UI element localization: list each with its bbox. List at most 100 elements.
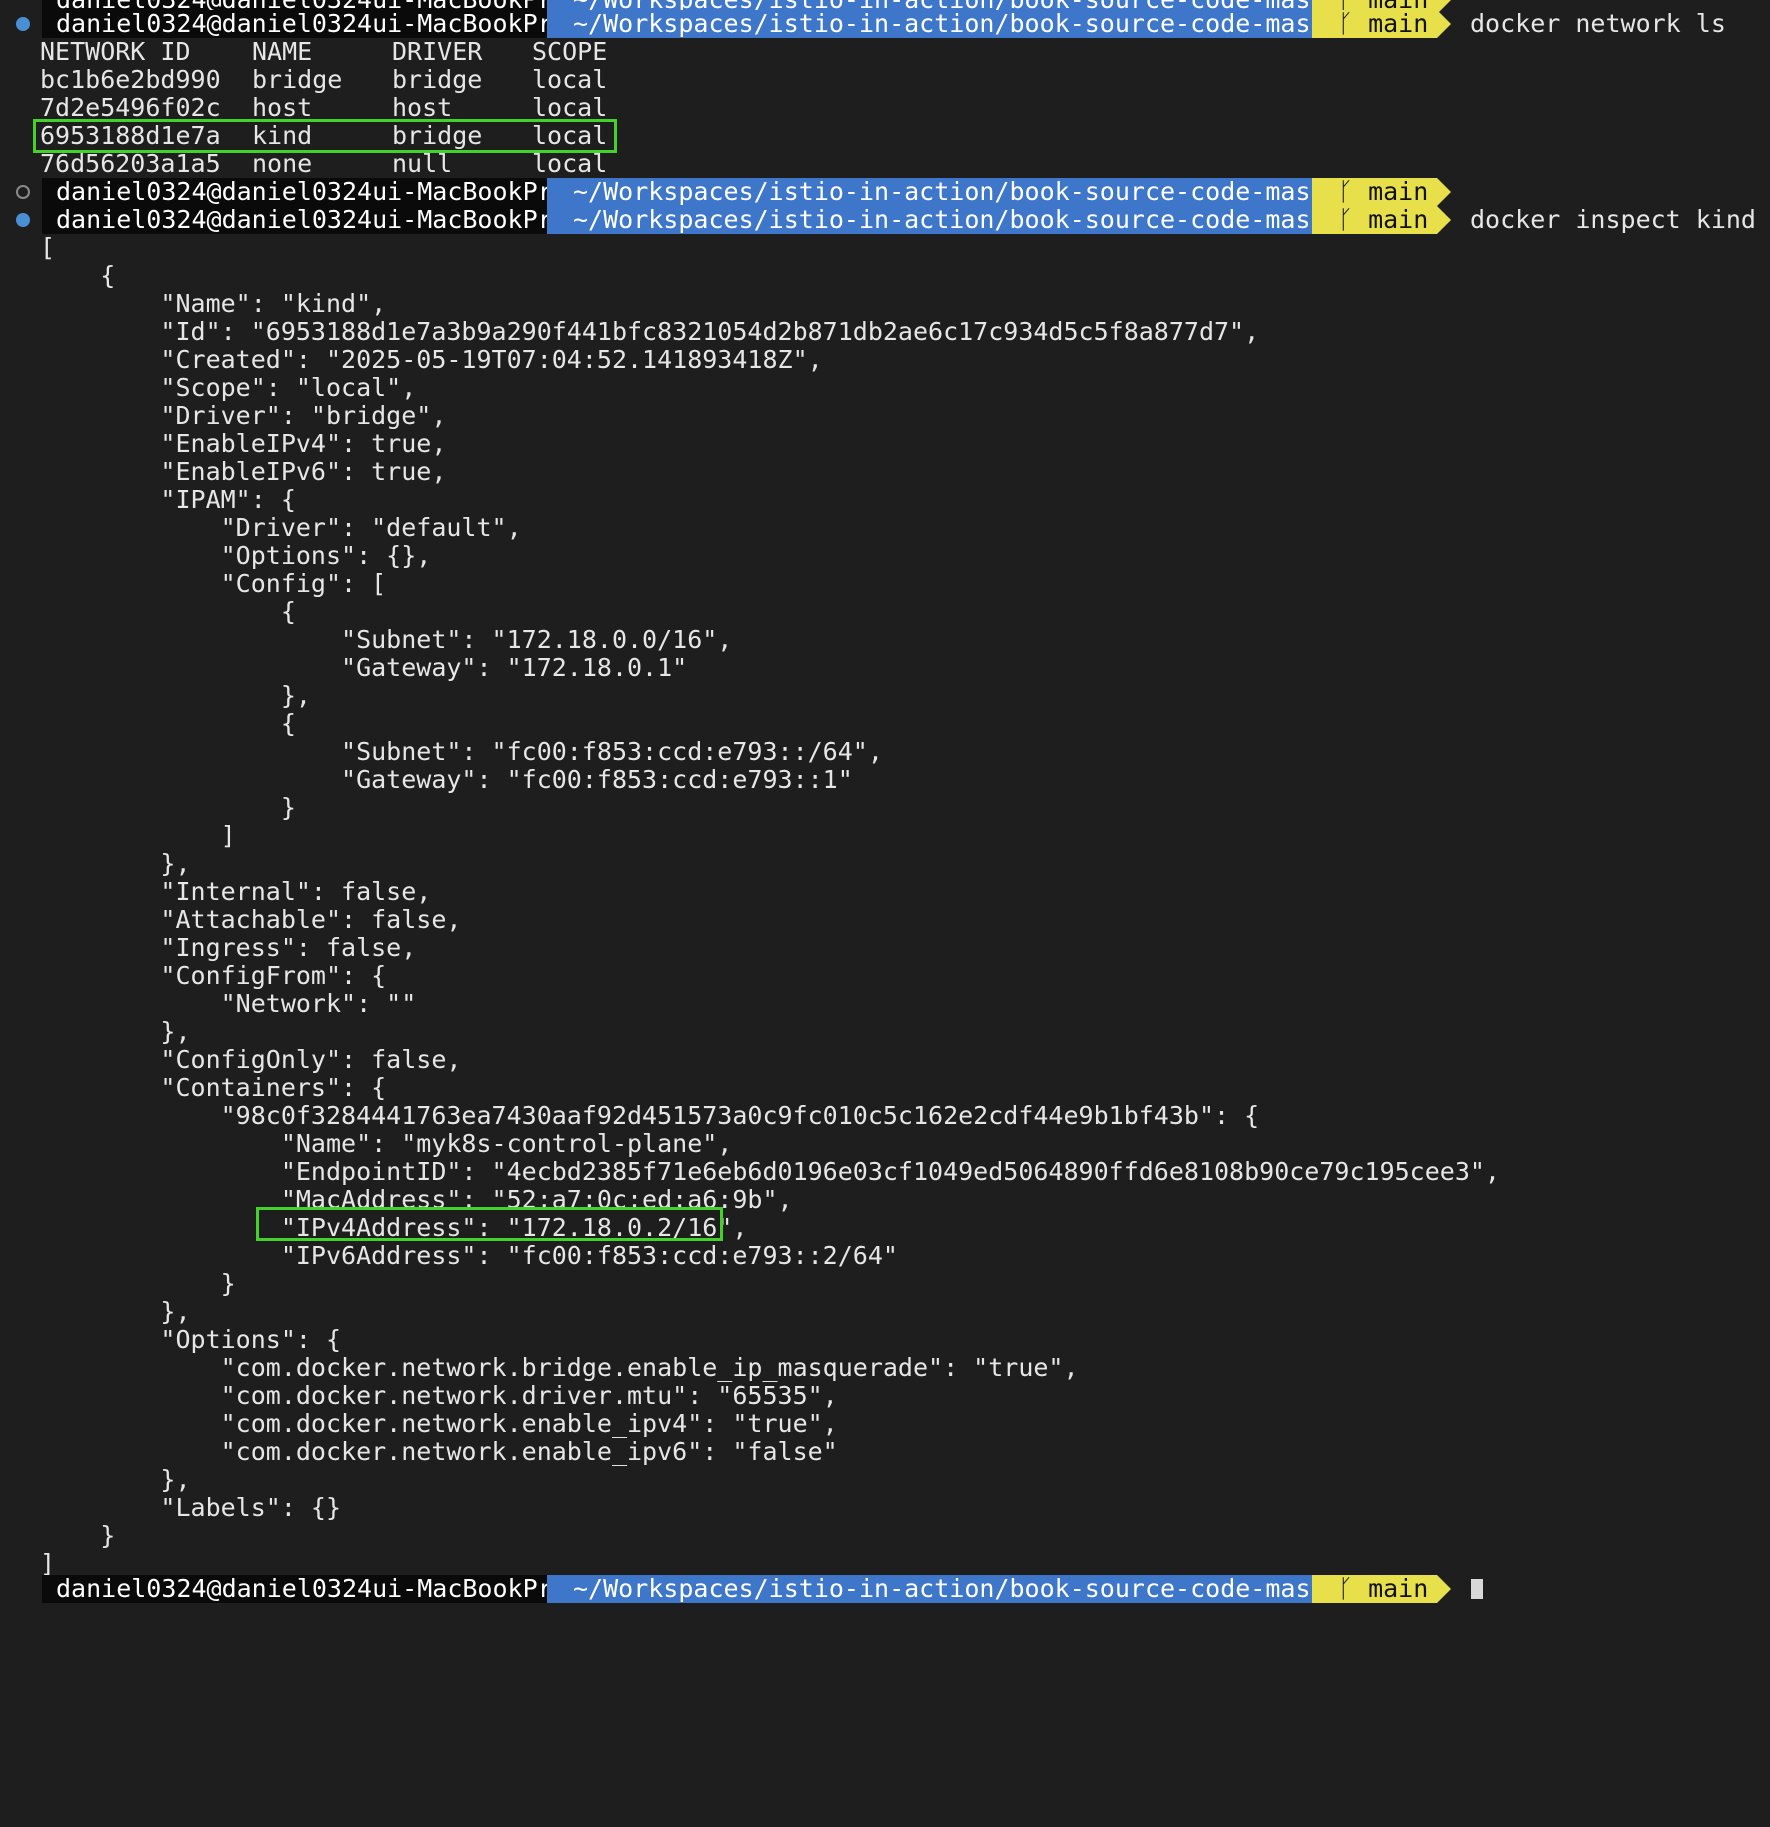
output-line-text: "Driver": "bridge",	[40, 401, 447, 430]
table-cell: bridge	[392, 65, 483, 94]
table-cell: bridge	[252, 65, 343, 94]
output-line-text: "EndpointID": "4ecbd2385f71e6eb6d0196e03…	[40, 1157, 1500, 1186]
prompt-branch: main	[1368, 1574, 1429, 1603]
output-line-text: "Id": "6953188d1e7a3b9a290f441bfc8321054…	[40, 317, 1260, 346]
table-cell: local	[532, 93, 608, 122]
output-line: "Name": "kind",	[0, 290, 1770, 318]
output-line-text: "98c0f3284441763ea7430aaf92d451573a0c9fc…	[40, 1101, 1260, 1130]
prompt-branch: main	[1368, 205, 1429, 234]
output-line-text: "Created": "2025-05-19T07:04:52.14189341…	[40, 345, 823, 374]
output-line-text: "Containers": {	[40, 1073, 387, 1102]
output-line: "Id": "6953188d1e7a3b9a290f441bfc8321054…	[0, 318, 1770, 346]
output-line-text: "Subnet": "172.18.0.0/16",	[40, 625, 733, 654]
output-line-text: {	[40, 709, 296, 738]
prompt-git: ᚴ main	[1312, 1575, 1437, 1603]
output-line: "EnableIPv4": true,	[0, 430, 1770, 458]
output-line: "Config": [	[0, 570, 1770, 598]
output-line-text: "EnableIPv6": true,	[40, 457, 447, 486]
output-line: "EndpointID": "4ecbd2385f71e6eb6d0196e03…	[0, 1158, 1770, 1186]
table-cell: host	[252, 93, 313, 122]
git-branch-icon: ᚴ	[1338, 9, 1354, 38]
output-line-text: "Driver": "default",	[40, 513, 522, 542]
git-branch-icon: ᚴ	[1338, 205, 1354, 234]
output-line-text: }	[40, 1521, 116, 1550]
output-line: "Gateway": "172.18.0.1"	[0, 654, 1770, 682]
table-cell: bc1b6e2bd990	[40, 65, 221, 94]
table-cell: local	[532, 149, 608, 178]
output-line: }	[0, 1522, 1770, 1550]
output-line: {	[0, 710, 1770, 738]
prompt-line-current: daniel0324@daniel0324ui-MacBookPro ~/Wor…	[0, 1575, 1770, 1603]
network-table-row: 76d56203a1a5 none null local	[0, 150, 1770, 178]
terminal-window[interactable]: daniel0324@daniel0324ui-MacBookPro ~/Wor…	[0, 0, 1770, 1603]
output-line-text: "com.docker.network.enable_ipv6": "false…	[40, 1437, 838, 1466]
column-header: NETWORK ID	[40, 37, 191, 66]
output-line: },	[0, 850, 1770, 878]
output-line: "IPv6Address": "fc00:f853:ccd:e793::2/64…	[0, 1242, 1770, 1270]
prompt-git: ᚴ main	[1312, 10, 1437, 38]
output-line-text: },	[40, 849, 191, 878]
output-line-text: "ConfigOnly": false,	[40, 1045, 462, 1074]
output-line: "Subnet": "fc00:f853:ccd:e793::/64",	[0, 738, 1770, 766]
output-line-text: "Ingress": false,	[40, 933, 417, 962]
output-line: "Driver": "bridge",	[0, 402, 1770, 430]
prompt-separator	[1437, 10, 1451, 38]
output-line-text: "com.docker.network.driver.mtu": "65535"…	[40, 1381, 838, 1410]
network-table-row: 7d2e5496f02c host host local	[0, 94, 1770, 122]
output-line: "IPAM": {	[0, 486, 1770, 514]
output-line: "Gateway": "fc00:f853:ccd:e793::1"	[0, 766, 1770, 794]
prompt-separator	[1437, 1575, 1451, 1603]
prompt-user-host: daniel0324@daniel0324ui-MacBookPro	[42, 10, 568, 38]
prompt-user-host: daniel0324@daniel0324ui-MacBookPro	[42, 206, 568, 234]
output-line: },	[0, 682, 1770, 710]
output-line: {	[0, 262, 1770, 290]
output-line: }	[0, 1270, 1770, 1298]
prompt-path: ~/Workspaces/istio-in-action/book-source…	[547, 1575, 1356, 1603]
table-cell: null	[392, 149, 453, 178]
output-line: "Driver": "default",	[0, 514, 1770, 542]
prompt-git: ᚴ main	[1312, 178, 1437, 206]
output-line-text: "Subnet": "fc00:f853:ccd:e793::/64",	[40, 737, 883, 766]
output-line-text: "com.docker.network.enable_ipv4": "true"…	[40, 1409, 838, 1438]
output-line-text: },	[40, 681, 311, 710]
command-text: docker inspect kind	[1470, 205, 1756, 234]
output-line: },	[0, 1466, 1770, 1494]
output-line-text: "ConfigFrom": {	[40, 961, 387, 990]
prompt-git: ᚴ main	[1312, 206, 1437, 234]
prompt-line-inspect: daniel0324@daniel0324ui-MacBookPro ~/Wor…	[0, 206, 1770, 234]
output-line-text: "Name": "kind",	[40, 289, 387, 318]
output-line-text: "Internal": false,	[40, 877, 432, 906]
output-line: "com.docker.network.driver.mtu": "65535"…	[0, 1382, 1770, 1410]
output-line-text: {	[40, 261, 116, 290]
table-cell: host	[392, 93, 453, 122]
command-status-icon	[16, 213, 30, 227]
output-line-text: "IPv6Address": "fc00:f853:ccd:e793::2/64…	[40, 1241, 898, 1270]
prompt-separator	[1437, 206, 1451, 234]
column-header: NAME	[252, 37, 313, 66]
prompt-line-network-ls: daniel0324@daniel0324ui-MacBookPro ~/Wor…	[0, 10, 1770, 38]
table-cell: 76d56203a1a5	[40, 149, 221, 178]
highlight-box-ipv4-address	[256, 1207, 723, 1241]
terminal-cursor	[1471, 1579, 1483, 1599]
output-line: "98c0f3284441763ea7430aaf92d451573a0c9fc…	[0, 1102, 1770, 1130]
git-branch-icon: ᚴ	[1338, 1574, 1354, 1603]
command-status-icon	[16, 185, 30, 199]
output-line: "Network": ""	[0, 990, 1770, 1018]
output-line: },	[0, 1018, 1770, 1046]
output-line-text: "Options": {	[40, 1325, 342, 1354]
output-line-text: [	[40, 233, 56, 262]
output-line: {	[0, 598, 1770, 626]
output-line-text: {	[40, 597, 296, 626]
network-table-header: NETWORK ID NAME DRIVER SCOPE	[0, 38, 1770, 66]
git-branch-icon: ᚴ	[1338, 177, 1354, 206]
output-line: "com.docker.network.bridge.enable_ip_mas…	[0, 1354, 1770, 1382]
output-line: [	[0, 234, 1770, 262]
output-line-text: }	[40, 1269, 236, 1298]
output-line: "Containers": {	[0, 1074, 1770, 1102]
prompt-path: ~/Workspaces/istio-in-action/book-source…	[547, 10, 1356, 38]
table-cell: none	[252, 149, 313, 178]
highlight-box-kind-network	[33, 119, 617, 153]
prompt-user-host: daniel0324@daniel0324ui-MacBookPro	[42, 1575, 568, 1603]
output-line-text: }	[40, 793, 296, 822]
output-line: "com.docker.network.enable_ipv4": "true"…	[0, 1410, 1770, 1438]
